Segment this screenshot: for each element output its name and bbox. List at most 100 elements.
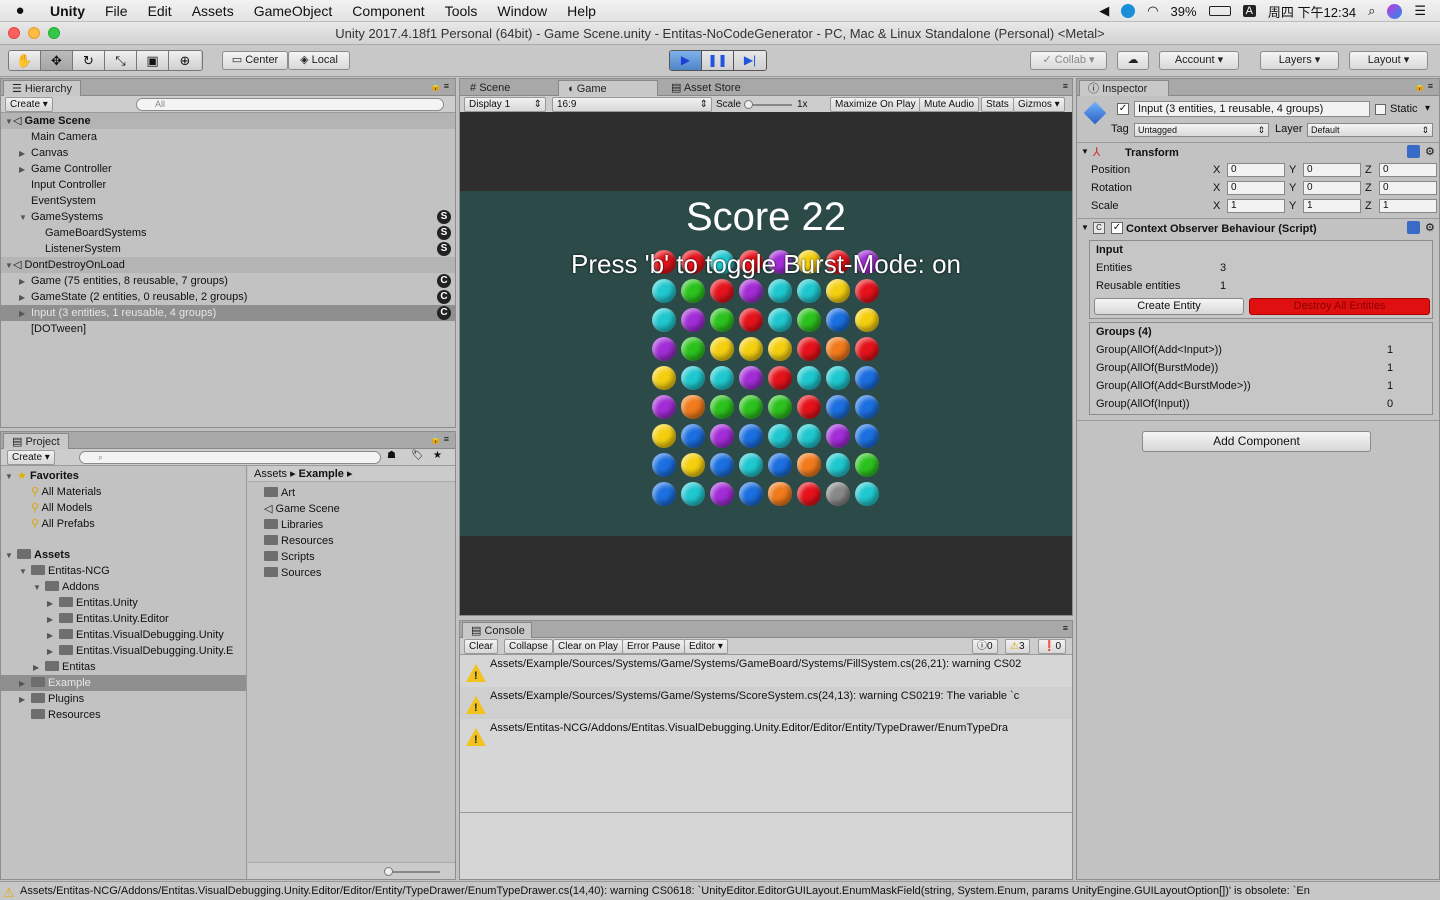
account-dropdown[interactable]: Account ▾ xyxy=(1159,51,1239,70)
notification-center-icon[interactable]: ☰ xyxy=(1414,3,1426,19)
gem-piece[interactable] xyxy=(739,395,763,419)
gem-piece[interactable] xyxy=(797,424,821,448)
gem-piece[interactable] xyxy=(652,424,676,448)
gem-piece[interactable] xyxy=(652,279,676,303)
panel-menu-icon[interactable]: ≡ xyxy=(1063,623,1068,633)
hierarchy-item[interactable]: [DOTween] xyxy=(1,321,455,337)
hierarchy-item[interactable]: ▶ GameState (2 entities, 0 reusable, 2 gr… xyxy=(1,289,455,305)
favorite-item[interactable]: ⚲ All Models xyxy=(1,500,246,516)
expand-arrow-icon[interactable]: ▶ xyxy=(19,692,31,708)
menu-edit[interactable]: Edit xyxy=(138,3,182,19)
static-dropdown-icon[interactable]: ▾ xyxy=(1425,103,1430,114)
gem-piece[interactable] xyxy=(768,337,792,361)
transform-tool-icon[interactable]: ⊕ xyxy=(169,51,201,70)
menu-component[interactable]: Component xyxy=(342,3,434,19)
gem-piece[interactable] xyxy=(681,482,705,506)
console-message[interactable]: ! Assets/Example/Sources/Systems/Game/Sy… xyxy=(460,687,1072,719)
gem-piece[interactable] xyxy=(797,395,821,419)
expand-arrow-icon[interactable]: ▼ xyxy=(33,580,45,596)
panel-menu-icon[interactable]: 🔒 ≡ xyxy=(430,434,449,445)
favorite-item[interactable]: ⚲ All Prefabs xyxy=(1,516,246,532)
hierarchy-item-selected[interactable]: ▶ Input (3 entities, 1 reusable, 4 groups… xyxy=(1,305,455,321)
gem-piece[interactable] xyxy=(652,308,676,332)
gem-piece[interactable] xyxy=(739,337,763,361)
gem-piece[interactable] xyxy=(797,453,821,477)
transform-value-field[interactable]: 0 xyxy=(1227,181,1285,195)
console-editor-dropdown[interactable]: Editor ▾ xyxy=(684,639,728,654)
help-book-icon[interactable] xyxy=(1407,221,1420,234)
gear-icon[interactable]: ⚙ xyxy=(1425,145,1435,158)
gear-icon[interactable]: ⚙ xyxy=(1425,221,1435,234)
transform-value-field[interactable]: 1 xyxy=(1227,199,1285,213)
tab-game[interactable]: ◖ Game xyxy=(558,80,658,96)
folder-row[interactable]: ▶ Entitas.Unity xyxy=(1,595,246,611)
expand-arrow-icon[interactable]: ▼ xyxy=(5,469,17,485)
expand-arrow-icon[interactable]: ▶ xyxy=(47,612,59,628)
asset-folder[interactable]: Resources xyxy=(264,533,455,549)
expand-arrow-icon[interactable]: ▶ xyxy=(47,644,59,659)
transform-value-field[interactable]: 0 xyxy=(1303,181,1361,195)
gem-piece[interactable] xyxy=(710,482,734,506)
breadcrumb-assets[interactable]: Assets xyxy=(254,468,287,480)
scene-row-game-scene[interactable]: ▼◁ Game Scene xyxy=(1,113,455,129)
expand-arrow-icon[interactable]: ▼ xyxy=(1081,147,1089,156)
transform-value-field[interactable]: 0 xyxy=(1379,181,1437,195)
wifi-icon[interactable]: ◠ xyxy=(1147,3,1158,19)
destroy-all-entities-button[interactable]: Destroy All Entities xyxy=(1249,298,1430,315)
tab-console[interactable]: ▤ Console xyxy=(462,622,532,638)
aspect-dropdown[interactable]: 16:9 ⇕ xyxy=(552,97,712,112)
spotlight-search-icon[interactable]: ⌕ xyxy=(1368,3,1375,19)
rect-tool-icon[interactable]: ▣ xyxy=(137,51,169,70)
gizmos-dropdown[interactable]: Gizmos ▾ xyxy=(1013,97,1065,112)
scale-tool-icon[interactable]: ⤡ xyxy=(105,51,137,70)
tab-hierarchy[interactable]: ☰ Hierarchy xyxy=(3,80,81,96)
maximize-on-play-toggle[interactable]: Maximize On Play xyxy=(830,97,921,112)
mute-audio-toggle[interactable]: Mute Audio xyxy=(919,97,980,112)
hierarchy-item[interactable]: ▼ GameSystems S xyxy=(1,209,455,225)
gem-piece[interactable] xyxy=(710,395,734,419)
transform-value-field[interactable]: 0 xyxy=(1303,163,1361,177)
folder-row[interactable]: ▶ Entitas.VisualDebugging.Unity.E xyxy=(1,643,246,659)
menu-gameobject[interactable]: GameObject xyxy=(244,3,343,19)
rotate-tool-icon[interactable]: ↻ xyxy=(73,51,105,70)
folder-row[interactable]: ▶ Entitas xyxy=(1,659,246,675)
hierarchy-item[interactable]: ▶ Canvas xyxy=(1,145,455,161)
close-window-button[interactable] xyxy=(8,27,20,39)
expand-arrow-icon[interactable]: ▶ xyxy=(19,274,31,290)
gem-piece[interactable] xyxy=(768,308,792,332)
gem-piece[interactable] xyxy=(797,366,821,390)
scale-slider-handle[interactable] xyxy=(744,100,753,109)
gem-piece[interactable] xyxy=(768,395,792,419)
filter-by-label-icon[interactable]: 🏷 xyxy=(411,450,424,461)
expand-arrow-icon[interactable]: ▼ xyxy=(5,548,17,564)
tab-inspector[interactable]: ⓘ Inspector xyxy=(1079,80,1169,96)
panel-menu-icon[interactable]: 🔒 ≡ xyxy=(1414,81,1433,92)
status-bar[interactable]: ⚠ Assets/Entitas-NCG/Addons/Entitas.Visu… xyxy=(0,881,1440,900)
gem-piece[interactable] xyxy=(855,395,879,419)
gem-piece[interactable] xyxy=(855,337,879,361)
console-error-pause-button[interactable]: Error Pause xyxy=(622,639,686,654)
folder-row[interactable]: ▶ Entitas.VisualDebugging.Unity xyxy=(1,627,246,643)
transform-value-field[interactable]: 1 xyxy=(1379,199,1437,213)
create-entity-button[interactable]: Create Entity xyxy=(1094,298,1244,315)
expand-arrow-icon[interactable]: ▶ xyxy=(19,306,31,322)
asset-folder[interactable]: Art xyxy=(264,485,455,501)
menu-help[interactable]: Help xyxy=(557,3,606,19)
hierarchy-item[interactable]: ▶ Game Controller xyxy=(1,161,455,177)
input-method-icon[interactable]: A xyxy=(1242,5,1256,17)
layer-dropdown[interactable]: Default ⇕ xyxy=(1307,123,1433,137)
hierarchy-search-input[interactable]: All xyxy=(136,98,444,111)
project-create-button[interactable]: Create ▾ xyxy=(7,450,55,465)
transform-value-field[interactable]: 0 xyxy=(1227,163,1285,177)
console-message[interactable]: ! Assets/Example/Sources/Systems/Game/Sy… xyxy=(460,655,1072,687)
gem-piece[interactable] xyxy=(768,279,792,303)
apple-icon[interactable]: ● xyxy=(0,2,40,19)
hierarchy-item[interactable]: ListenerSystem S xyxy=(1,241,455,257)
gem-piece[interactable] xyxy=(681,366,705,390)
gem-piece[interactable] xyxy=(710,366,734,390)
minimize-window-button[interactable] xyxy=(28,27,40,39)
gem-piece[interactable] xyxy=(681,424,705,448)
expand-arrow-icon[interactable]: ▼ xyxy=(1081,223,1089,232)
folder-row[interactable]: ▶ Plugins xyxy=(1,691,246,707)
gem-piece[interactable] xyxy=(855,453,879,477)
